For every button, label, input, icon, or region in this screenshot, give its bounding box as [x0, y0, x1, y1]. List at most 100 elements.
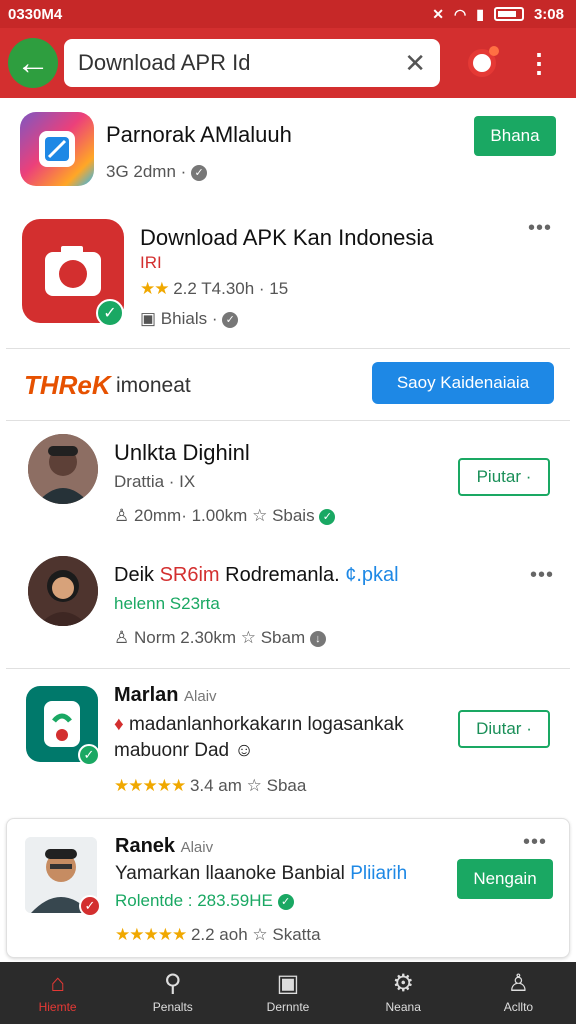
signal-icon: ▮ [476, 5, 484, 22]
check-circle-icon: ✓ [222, 311, 239, 328]
item-title[interactable]: Deik SR6im Rodremanla. ¢.pkal [114, 564, 399, 587]
bottom-navigation: ⌂ Hiemte ⚲ Penalts ▣ Dernnte ⚙ Neana ♙ A… [0, 962, 576, 1024]
back-button[interactable]: ← [8, 38, 58, 88]
title-tag: Alaiv [180, 839, 214, 856]
star-rating-icon: ★★★★★ [115, 925, 187, 944]
item-title[interactable]: Marlan Alaiv [114, 684, 217, 707]
person-icon [28, 556, 98, 626]
source-text: Skatta [272, 925, 321, 944]
star-icon: ☆ [246, 776, 267, 795]
brand-name: imoneat [116, 374, 191, 397]
status-clock: 3:08 [533, 5, 564, 23]
result-card-app[interactable]: Parnorak AMlaluuh 3G 2dmn · ✓ Bhana [6, 108, 570, 208]
rating-text: 2.2 T4.30h · 15 [173, 279, 289, 298]
star-rating-icon: ★★ [140, 279, 170, 298]
item-subtitle: helenn S23rta [114, 594, 220, 613]
action-button[interactable]: Nengain [457, 859, 553, 899]
source-text: Sbais [272, 506, 315, 525]
lock-icon: ▣ [140, 309, 157, 328]
open-button[interactable]: Bhana [474, 116, 556, 156]
wifi-icon: ◠ [454, 5, 467, 22]
title-tag: Alaiv [184, 688, 217, 705]
title-part: Deik [114, 564, 155, 586]
nav-label: Acllto [503, 1000, 534, 1014]
item-desc: mabuonr Dad ☺ [114, 740, 254, 762]
brand-logo: THReK [24, 370, 111, 400]
item-title[interactable]: Ranek Alaiv [115, 835, 213, 858]
item-subtitle: Rolentde : 283.59HE ✓ [115, 891, 294, 911]
nav-label: Penalts [152, 1000, 193, 1014]
avatar [28, 434, 98, 504]
thumbs-up-icon: ♙ [114, 628, 130, 647]
search-query: Download APR Id [78, 50, 251, 75]
follow-button[interactable]: Piutar · [458, 458, 550, 496]
item-subtitle: Drattia · IX [114, 472, 196, 491]
search-input[interactable]: Download APR Id ✕ [64, 39, 440, 87]
result-card-app[interactable]: ✓ Marlan Alaiv ♦ madanlanhorkakarın loga… [6, 674, 570, 806]
divider [6, 420, 570, 421]
publisher-text: Bhials · [160, 309, 218, 328]
image-icon [39, 131, 75, 167]
title-text: Marlan [114, 684, 179, 706]
nav-label: Dernnte [266, 1000, 310, 1014]
emoji-icon: ☺ [234, 740, 254, 761]
result-card-person[interactable]: ✓ Ranek Alaiv Yamarkan llaanoke Banbial … [6, 818, 570, 958]
item-desc: Yamarkan llaanoke Banbial Pliiarih [115, 863, 407, 885]
star-icon: ☆ [252, 925, 273, 944]
item-title[interactable]: Unlkta Dighinl [114, 440, 250, 466]
sponsor-cta-button[interactable]: Saoy Kaidenaiaia [372, 362, 554, 404]
installed-check-icon: ✓ [78, 744, 100, 766]
clear-icon[interactable]: ✕ [404, 48, 426, 79]
item-stats: ★★★★★ 3.4 am ☆ Sbaa [114, 776, 306, 796]
item-stats: ♙ 20mm· 1.00km ☆ Sbais ✓ [114, 506, 336, 526]
sponsored-banner: THReK imoneat Saoy Kaidenaiaia [6, 356, 570, 416]
app-title[interactable]: Parnorak AMlaluuh [106, 122, 292, 148]
follow-button[interactable]: Diutar · [458, 710, 550, 748]
title-link[interactable]: ¢.pkal [345, 564, 398, 586]
nav-home[interactable]: ⌂ Hiemte [0, 962, 115, 1024]
nav-search[interactable]: ⚲ Penalts [115, 962, 230, 1024]
battery-icon [493, 7, 524, 21]
camera-icon [45, 246, 101, 296]
results-list: Parnorak AMlaluuh 3G 2dmn · ✓ Bhana ✓ Do… [0, 98, 576, 962]
divider [6, 348, 570, 349]
result-card-featured[interactable]: ✓ Download APK Kan Indonesia IRI ★★ 2.2 … [6, 213, 570, 343]
result-card-person[interactable]: Unlkta Dighinl Drattia · IX ♙ 20mm· 1.00… [6, 426, 570, 544]
verified-icon: ✓ [277, 893, 294, 910]
account-icon: ♙ [507, 970, 530, 997]
more-vertical-icon[interactable]: ⋮ [526, 50, 552, 76]
app-rating: ★★ 2.2 T4.30h · 15 [140, 279, 288, 299]
desc-link[interactable]: Pliiarih [350, 863, 407, 884]
nav-label: Hiemte [38, 1000, 77, 1014]
stats-text: 20mm· 1.00km [133, 506, 248, 525]
title-highlight: SR6im [159, 564, 220, 586]
nav-account[interactable]: ♙ Acllto [461, 962, 576, 1024]
status-icons: ✕ ◠ ▮ 3:08 [432, 6, 564, 23]
more-options-icon[interactable]: ••• [530, 564, 554, 587]
item-stats: ♙ Norm 2.30km ☆ Sbam ↓ [114, 628, 326, 648]
profile-avatar[interactable] [468, 46, 499, 77]
star-rating-icon: ★★★★★ [114, 776, 186, 795]
subtitle-text: Rolentde : 283.59HE [115, 891, 273, 910]
check-circle-icon: ✓ [191, 164, 208, 181]
nav-apps[interactable]: ▣ Dernnte [230, 962, 345, 1024]
thumbs-up-icon: ♙ [114, 506, 130, 525]
app-icon [20, 112, 94, 186]
nav-settings[interactable]: ⚙ Neana [346, 962, 461, 1024]
source-text: Sbam [260, 628, 306, 647]
result-card-person[interactable]: Deik SR6im Rodremanla. ¢.pkal helenn S23… [6, 548, 570, 666]
title-text: Ranek [115, 835, 176, 857]
download-icon: ↓ [309, 630, 326, 647]
source-text: Sbaa [266, 776, 307, 795]
desc-line: madanlanhorkakarın logasankak [128, 714, 404, 735]
flame-icon: ♦ [114, 714, 124, 735]
status-time: 0330M4 [8, 5, 63, 23]
star-icon: ☆ [252, 506, 273, 525]
more-options-icon[interactable]: ••• [528, 217, 552, 240]
app-title[interactable]: Download APK Kan Indonesia [140, 225, 434, 251]
arrow-left-icon: ← [16, 43, 50, 82]
person-icon [28, 434, 98, 504]
app-meta: 3G 2dmn · ✓ [106, 162, 208, 182]
more-options-icon[interactable]: ••• [523, 831, 547, 854]
app-meta-text: 3G 2dmn · [106, 162, 187, 181]
